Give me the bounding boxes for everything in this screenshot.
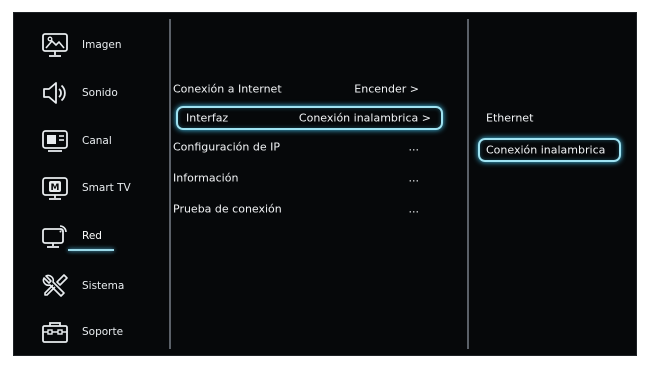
network-icon [40, 221, 70, 251]
toolbox-icon [40, 317, 70, 347]
menu-row-value: Conexión inalambrica > [298, 111, 431, 125]
smart-tv-icon: M [40, 173, 70, 203]
menu-row-configuracion-ip[interactable]: Configuración de IP ... [163, 136, 431, 158]
sidebar-item-sistema[interactable]: Sistema [40, 270, 160, 302]
option-ethernet[interactable]: Ethernet [478, 107, 614, 129]
sidebar-item-canal[interactable]: Canal [40, 125, 160, 157]
column-divider-right [467, 19, 469, 349]
sidebar-item-sonido[interactable]: Sonido [40, 77, 160, 109]
menu-row-label: Conexión a Internet [173, 82, 282, 96]
sidebar-item-label: Red [82, 230, 102, 242]
sidebar-item-label: Smart TV [82, 182, 131, 194]
sidebar-item-label: Imagen [82, 39, 122, 51]
sidebar-item-label: Sonido [82, 87, 118, 99]
menu-row-informacion[interactable]: Información ... [163, 167, 431, 189]
channel-icon [40, 126, 70, 156]
option-label: Conexión inalambrica [486, 143, 606, 157]
menu-row-label: Prueba de conexión [173, 202, 282, 216]
sidebar-item-label: Soporte [82, 326, 124, 338]
sidebar-item-imagen[interactable]: Imagen [40, 29, 160, 61]
sidebar-item-soporte[interactable]: Soporte [40, 316, 160, 348]
option-label: Ethernet [486, 111, 534, 125]
menu-row-value: ... [408, 140, 420, 154]
menu-row-value: Encender > [354, 82, 419, 96]
tools-icon [40, 271, 70, 301]
menu-row-value: ... [408, 202, 420, 216]
sidebar-item-smart-tv[interactable]: M Smart TV [40, 172, 160, 204]
speaker-icon [40, 78, 70, 108]
picture-icon [40, 30, 70, 60]
svg-text:M: M [51, 183, 60, 193]
menu-row-conexion-internet[interactable]: Conexión a Internet Encender > [163, 78, 431, 100]
menu-row-label: Información [173, 171, 239, 185]
sidebar-item-label: Canal [82, 135, 112, 147]
menu-row-label: Interfaz [186, 111, 229, 125]
selected-indicator [68, 249, 114, 251]
menu-row-interfaz[interactable]: Interfaz Conexión inalambrica > [176, 106, 443, 130]
menu-row-prueba-conexion[interactable]: Prueba de conexión ... [163, 198, 431, 220]
menu-row-label: Configuración de IP [173, 140, 280, 154]
menu-row-value: ... [408, 171, 420, 185]
option-conexion-inalambrica[interactable]: Conexión inalambrica [478, 138, 621, 162]
sidebar-item-label: Sistema [82, 280, 125, 292]
sidebar-item-red[interactable]: Red [40, 220, 160, 252]
